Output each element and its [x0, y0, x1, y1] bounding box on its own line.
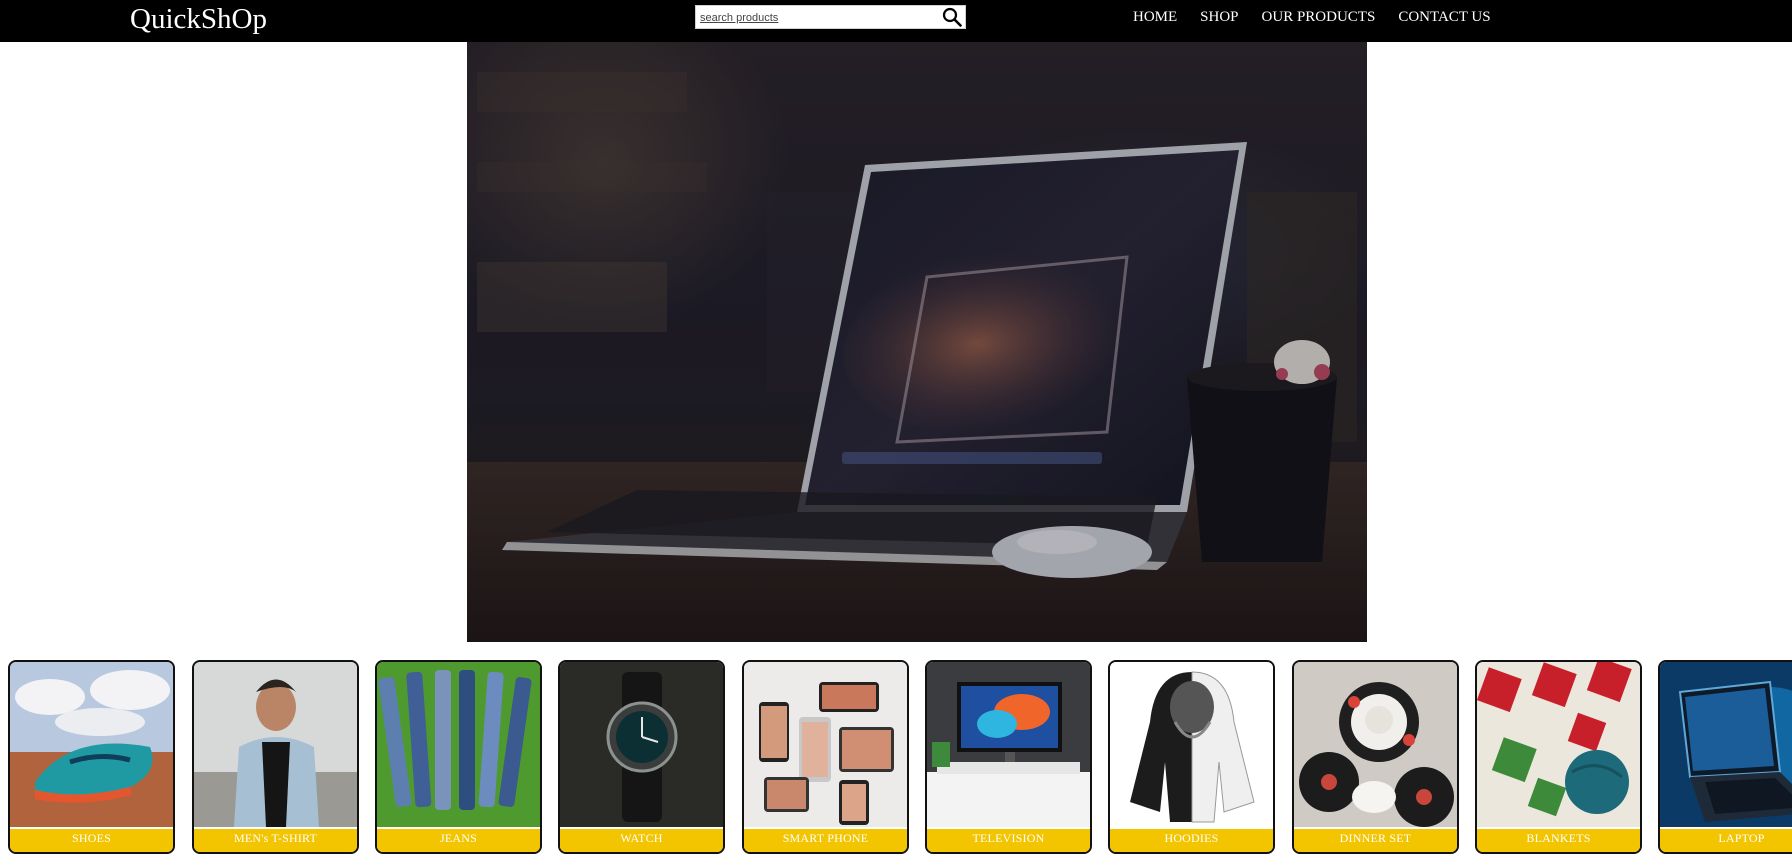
search-input[interactable] — [700, 9, 930, 27]
category-card-shoes[interactable]: SHOES — [8, 660, 175, 854]
television-image — [927, 662, 1090, 827]
nav-home[interactable]: HOME — [1133, 9, 1177, 26]
nav-our-products[interactable]: OUR PRODUCTS — [1262, 9, 1376, 26]
main-nav: HOME SHOP OUR PRODUCTS CONTACT US — [1133, 0, 1514, 34]
jeans-image — [377, 662, 540, 827]
category-card-blankets[interactable]: BLANKETS — [1475, 660, 1642, 854]
category-card-television[interactable]: TELEVISION — [925, 660, 1092, 854]
dinner-set-image — [1294, 662, 1457, 827]
search-icon — [942, 7, 962, 27]
hero-banner-image — [467, 42, 1367, 642]
hoodies-image — [1110, 662, 1273, 827]
site-logo[interactable]: QuickShOp — [130, 2, 267, 36]
category-card-laptop[interactable]: LAPTOP — [1658, 660, 1792, 854]
watch-image — [560, 662, 723, 827]
hero-laptop-illustration — [467, 42, 1367, 642]
mens-tshirt-image — [194, 662, 357, 827]
category-card-watch[interactable]: WATCH — [558, 660, 725, 854]
category-card-jeans[interactable]: JEANS — [375, 660, 542, 854]
nav-shop[interactable]: SHOP — [1200, 9, 1238, 26]
blankets-image — [1477, 662, 1640, 827]
nav-contact-us[interactable]: CONTACT US — [1398, 9, 1490, 26]
search-button[interactable] — [941, 7, 963, 27]
smart-phone-image — [744, 662, 907, 827]
category-card-dinner-set[interactable]: DINNER SET — [1292, 660, 1459, 854]
category-card-smart-phone[interactable]: SMART PHONE — [742, 660, 909, 854]
category-strip: SHOES MEN's T-SHIRT JEANS WATCH SMART PH… — [0, 660, 1792, 854]
laptop-image — [1660, 662, 1792, 827]
category-card-hoodies[interactable]: HOODIES — [1108, 660, 1275, 854]
shoes-image — [10, 662, 173, 827]
search-box — [695, 5, 966, 29]
top-navbar: QuickShOp HOME SHOP OUR PRODUCTS CONTACT… — [0, 0, 1792, 42]
category-card-mens-tshirt[interactable]: MEN's T-SHIRT — [192, 660, 359, 854]
